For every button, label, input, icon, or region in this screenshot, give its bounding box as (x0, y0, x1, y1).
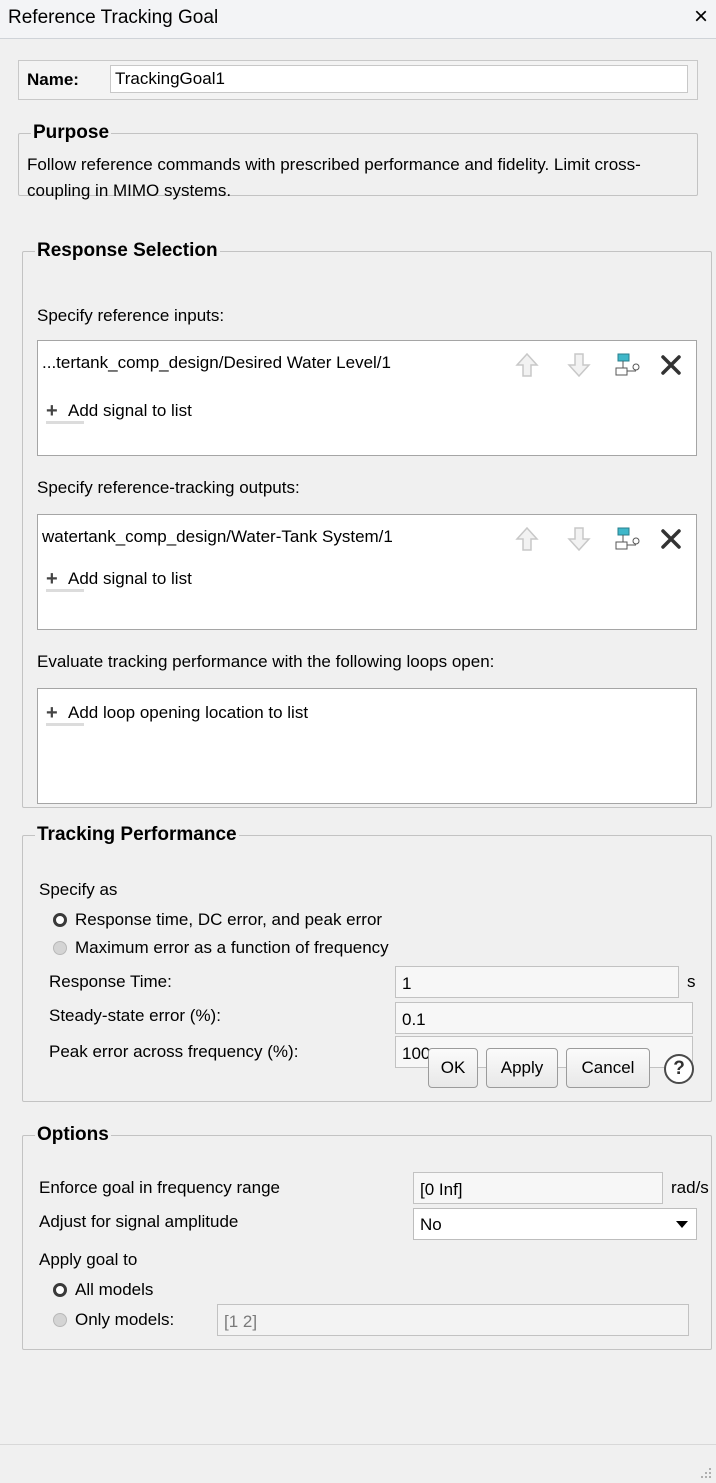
reference-inputs-toolbar (510, 351, 690, 379)
freq-range-input[interactable]: [0 Inf] (413, 1172, 663, 1204)
steady-state-label: Steady-state error (%): (49, 1006, 221, 1025)
only-models-input[interactable]: [1 2] (217, 1304, 689, 1336)
plus-icon: + (46, 400, 58, 422)
plus-icon: + (46, 702, 58, 724)
title-bar: Reference Tracking Goal × (0, 0, 716, 39)
move-up-icon[interactable] (514, 525, 540, 553)
amplitude-label: Adjust for signal amplitude (39, 1212, 239, 1231)
radio-all-models-label: All models (75, 1280, 154, 1299)
reference-outputs-list: watertank_comp_design/Water-Tank System/… (37, 514, 697, 630)
peak-error-label: Peak error across frequency (%): (49, 1042, 299, 1061)
radio-unselected-icon (53, 1313, 67, 1327)
reference-outputs-toolbar (510, 525, 690, 553)
radio-selected-icon (53, 1283, 67, 1297)
reference-outputs-label: Specify reference-tracking outputs: (37, 478, 300, 497)
tracking-performance-legend: Tracking Performance (37, 824, 237, 845)
radio-response-time[interactable]: Response time, DC error, and peak error (53, 910, 382, 930)
options-legend: Options (37, 1124, 109, 1145)
name-input[interactable] (110, 65, 688, 93)
plus-icon: + (46, 568, 58, 590)
add-input-signal-label: Add signal to list (68, 401, 192, 420)
radio-only-models[interactable]: Only models: (53, 1310, 174, 1330)
specify-as-label: Specify as (39, 880, 118, 899)
radio-max-error-label: Maximum error as a function of frequency (75, 938, 389, 957)
name-label: Name: (27, 70, 79, 89)
close-icon[interactable]: × (694, 4, 708, 30)
name-row: Name: (18, 60, 698, 100)
select-signal-icon[interactable] (614, 351, 640, 379)
radio-response-time-label: Response time, DC error, and peak error (75, 910, 383, 929)
radio-unselected-icon (53, 941, 67, 955)
chevron-down-icon (676, 1221, 688, 1228)
reference-input-signal[interactable]: ...tertank_comp_design/Desired Water Lev… (42, 353, 391, 373)
move-down-icon[interactable] (566, 351, 592, 379)
response-time-input[interactable]: 1 (395, 966, 679, 998)
add-output-signal-label: Add signal to list (68, 569, 192, 588)
apply-button[interactable]: Apply (486, 1048, 558, 1088)
delete-icon[interactable] (658, 351, 684, 379)
amplitude-selected-value: No (420, 1215, 442, 1234)
reference-inputs-list: ...tertank_comp_design/Desired Water Lev… (37, 340, 697, 456)
move-down-icon[interactable] (566, 525, 592, 553)
radio-all-models[interactable]: All models (53, 1280, 153, 1300)
add-output-signal-link[interactable]: + Add signal to list (46, 567, 192, 592)
window-title: Reference Tracking Goal (8, 7, 219, 28)
radio-selected-icon (53, 913, 67, 927)
add-loop-opening-label: Add loop opening location to list (68, 703, 309, 722)
freq-range-label: Enforce goal in frequency range (39, 1178, 280, 1197)
apply-goal-label: Apply goal to (39, 1250, 138, 1269)
purpose-group: Purpose Follow reference commands with p… (18, 122, 698, 200)
amplitude-select[interactable]: No (413, 1208, 697, 1240)
select-signal-icon[interactable] (614, 525, 640, 553)
move-up-icon[interactable] (514, 351, 540, 379)
help-icon[interactable]: ? (664, 1054, 694, 1084)
purpose-text: Follow reference commands with prescribe… (27, 155, 641, 200)
response-time-unit: s (687, 972, 696, 991)
response-selection-group: Response Selection Specify reference inp… (22, 240, 712, 808)
radio-max-error[interactable]: Maximum error as a function of frequency (53, 938, 389, 958)
loop-openings-list: + Add loop opening location to list (37, 688, 697, 804)
ok-button[interactable]: OK (428, 1048, 478, 1088)
add-input-signal-link[interactable]: + Add signal to list (46, 399, 192, 424)
reference-output-signal[interactable]: watertank_comp_design/Water-Tank System/… (42, 527, 393, 547)
status-bar (0, 1444, 716, 1483)
resize-grip-icon[interactable] (700, 1467, 712, 1479)
reference-inputs-label: Specify reference inputs: (37, 306, 225, 325)
response-selection-legend: Response Selection (37, 240, 218, 261)
options-group: Options Enforce goal in frequency range … (22, 1124, 712, 1350)
response-time-label: Response Time: (49, 972, 172, 991)
cancel-button[interactable]: Cancel (566, 1048, 650, 1088)
add-loop-opening-link[interactable]: + Add loop opening location to list (46, 701, 309, 726)
purpose-legend: Purpose (33, 122, 110, 143)
loops-open-label: Evaluate tracking performance with the f… (37, 652, 495, 671)
delete-icon[interactable] (658, 525, 684, 553)
radio-only-models-label: Only models: (75, 1310, 175, 1329)
freq-range-unit: rad/s (671, 1178, 709, 1197)
steady-state-input[interactable]: 0.1 (395, 1002, 693, 1034)
